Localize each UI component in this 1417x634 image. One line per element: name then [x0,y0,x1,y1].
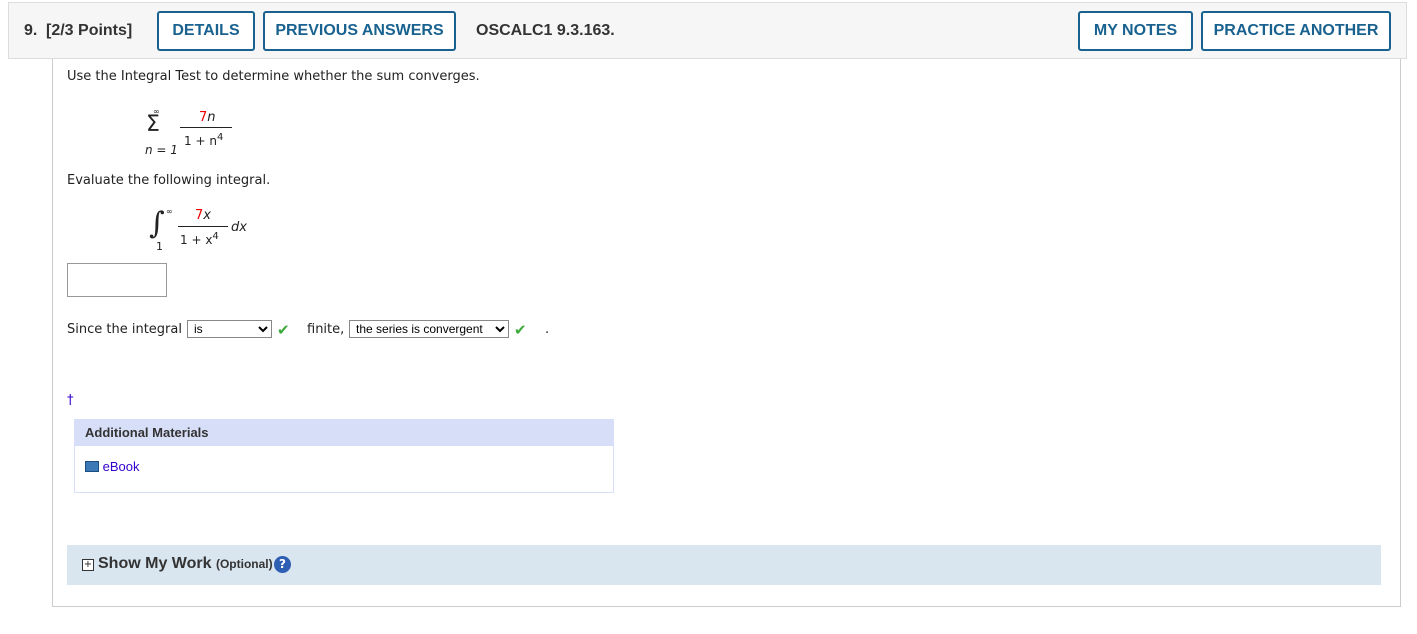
integral-dx: dx [231,220,247,235]
check-icon: ✔ [277,321,290,339]
since-text: Since the integral [67,322,182,337]
evaluate-prompt: Evaluate the following integral. [67,173,271,188]
sum-exp: 4 [216,132,224,143]
integral-exp: 4 [212,231,219,242]
additional-materials-title: Additional Materials [75,420,613,446]
integral-var: x [203,208,211,223]
show-my-work-label: Show My Work (Optional) [98,555,273,572]
my-notes-button[interactable]: MY NOTES [1078,11,1193,51]
finite-text: finite, [307,322,345,337]
integral-upper: ∞ [166,207,173,216]
sigma-symbol: Σ [146,112,160,137]
additional-materials-box: Additional Materials eBook [74,419,614,493]
integral-answer-input[interactable] [67,263,167,297]
dagger-mark: † [67,393,74,408]
question-number: 9. [24,22,38,39]
ebook-label: eBook [102,459,140,474]
series-convergence-select[interactable]: the series is convergent [349,320,509,338]
optional-label: (Optional) [215,557,273,571]
question-prompt: Use the Integral Test to determine wheth… [67,69,480,84]
show-my-work-bar[interactable]: + Show My Work (Optional) ? [67,545,1381,585]
sum-var: n [207,110,216,125]
integral-den: 1 + x [180,233,213,247]
previous-answers-button[interactable]: PREVIOUS ANSWERS [263,11,456,51]
check-icon: ✔ [514,321,527,339]
practice-another-button[interactable]: PRACTICE ANOTHER [1201,11,1391,51]
sum-lower: n = 1 [145,143,178,157]
period: . [545,322,550,337]
details-button[interactable]: DETAILS [157,11,255,51]
ebook-link[interactable]: eBook [75,446,613,474]
sum-den: 1 + n [184,134,217,148]
integral-finite-select[interactable]: is [187,320,272,338]
points: [2/3 Points] [46,22,133,39]
integral-lower: 1 [156,240,163,253]
help-icon[interactable]: ? [274,556,291,573]
problem-id: OSCALC1 9.3.163. [476,22,615,39]
integral-symbol: ∫ [149,206,165,241]
expand-icon[interactable]: + [82,559,94,571]
book-icon [85,461,99,472]
